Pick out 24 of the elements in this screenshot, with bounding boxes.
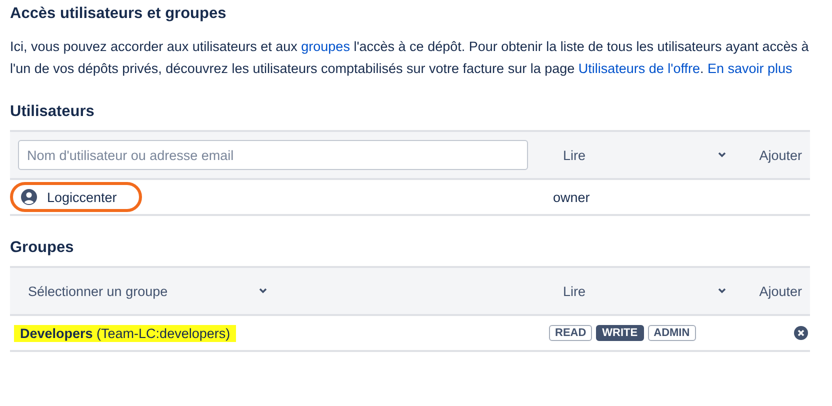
permission-select[interactable]: Lire [553,276,727,306]
user-name: Logiccenter [47,190,117,204]
section-title: Accès utilisateurs et groupes [10,4,228,24]
add-button[interactable]: Ajouter [759,144,802,166]
username-field[interactable]: Nom d'utilisateur ou adresse email [18,140,528,170]
add-button[interactable]: Ajouter [759,280,802,302]
remove-icon[interactable] [794,326,808,340]
group-name: Developers (Team-LC:developers) [14,324,236,342]
groups-heading: Groupes [10,238,75,258]
chevron-icon [258,287,268,295]
permission-select[interactable]: Lire [553,140,727,170]
users-heading: Utilisateurs [10,102,96,122]
link[interactable]: Utilisateurs de l'offre [578,61,700,76]
group-select[interactable]: Sélectionner un groupe [18,276,268,306]
user-role: owner [553,190,590,204]
link[interactable]: groupes [301,39,350,54]
link[interactable]: En savoir plus [708,61,792,76]
chevron-icon [717,151,727,159]
user-avatar-icon [21,189,37,205]
permission-toggle[interactable]: READ [549,325,592,341]
permission-toggle[interactable]: WRITE [596,325,644,341]
intro-paragraph: Ici, vous pouvez accorder aux utilisateurs et aux groupes l'accès à ce dépôt. Pour obtenir la liste de tous les utilisateurs ayant accès à l'un de vos dépôts privés, découvrez les utilisateurs comptabilisés sur votre facture sur la page Utilisateurs de l'offre. En savoir plus [10,38,810,78]
chevron-icon [717,287,727,295]
permission-toggle[interactable]: ADMIN [648,325,696,341]
